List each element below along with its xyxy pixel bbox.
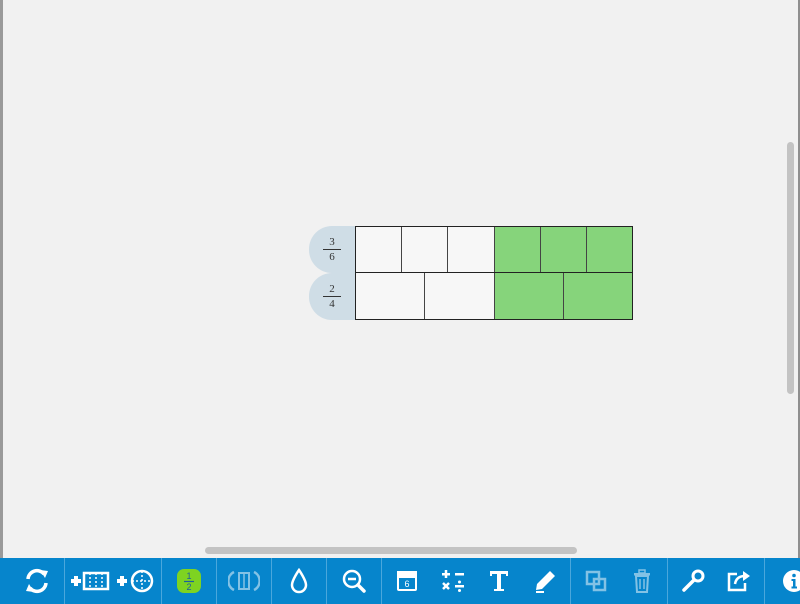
toolbar-group (764, 558, 800, 604)
bar-part[interactable] (402, 227, 449, 272)
key-button[interactable] (670, 558, 716, 604)
split-button[interactable] (221, 558, 267, 604)
fill-color-icon (290, 568, 308, 594)
fraction-label: 3 6 (323, 236, 341, 263)
fraction-label: 2 4 (323, 283, 341, 310)
shaded-bar-part[interactable] (540, 227, 587, 272)
pen-button[interactable] (522, 558, 568, 604)
text-button[interactable] (476, 558, 522, 604)
add-bar-button[interactable] (67, 558, 113, 604)
info-button[interactable] (771, 558, 800, 604)
toolbar-group: 1 2 (161, 558, 216, 604)
badge-denominator: 2 (186, 582, 191, 592)
calculator-icon: 6 (397, 571, 417, 591)
operations-button[interactable] (430, 558, 476, 604)
fraction-denominator: 6 (329, 251, 335, 263)
fraction-bar[interactable] (355, 226, 633, 273)
pen-icon (536, 571, 555, 593)
zoom-out-icon (342, 569, 366, 593)
toolbar-group (667, 558, 764, 604)
bar-part[interactable] (448, 227, 495, 272)
split-icon (228, 570, 260, 592)
share-button[interactable] (716, 558, 762, 604)
fill-color-button[interactable] (276, 558, 322, 604)
toolbar-group: 6 (381, 558, 570, 604)
horizontal-scrollbar[interactable] (205, 547, 577, 554)
badge-numerator: 1 (186, 571, 191, 581)
duplicate-button[interactable] (573, 558, 619, 604)
svg-text:6: 6 (404, 579, 409, 589)
key-icon (682, 569, 705, 592)
bar-part[interactable] (356, 227, 403, 272)
calculator-button[interactable]: 6 (384, 558, 430, 604)
operations-icon (442, 570, 464, 592)
fraction-denominator: 4 (329, 298, 335, 310)
shaded-bar-part[interactable] (494, 273, 564, 319)
bar-part[interactable] (425, 273, 495, 319)
toolbar-group (271, 558, 326, 604)
trash-button[interactable] (619, 558, 665, 604)
share-icon (727, 571, 750, 592)
text-icon (490, 571, 508, 591)
zoom-out-button[interactable] (331, 558, 377, 604)
fraction-label-button[interactable]: 1 2 (166, 558, 212, 604)
toolbar-group (570, 558, 667, 604)
add-circle-icon (117, 569, 154, 593)
refresh-icon (26, 568, 48, 594)
toolbar-group (0, 558, 64, 604)
bar-part[interactable] (356, 273, 426, 319)
info-icon (783, 570, 800, 592)
fraction-bar[interactable] (355, 273, 633, 320)
toolbar-group (216, 558, 271, 604)
shaded-bar-part[interactable] (563, 273, 632, 319)
duplicate-icon (585, 570, 607, 592)
fraction-numerator: 2 (323, 283, 341, 297)
shaded-bar-part[interactable] (494, 227, 541, 272)
shaded-bar-part[interactable] (586, 227, 633, 272)
add-bar-icon (71, 571, 110, 591)
fraction-label-icon: 1 2 (177, 569, 201, 593)
fraction-numerator: 3 (323, 236, 341, 250)
bottom-toolbar: 1 2 6 (0, 558, 800, 604)
toolbar-group (326, 558, 381, 604)
refresh-button[interactable] (14, 558, 60, 604)
toolbar-group (64, 558, 161, 604)
vertical-scrollbar[interactable] (787, 142, 794, 394)
trash-icon (634, 569, 650, 593)
add-circle-button[interactable] (113, 558, 159, 604)
